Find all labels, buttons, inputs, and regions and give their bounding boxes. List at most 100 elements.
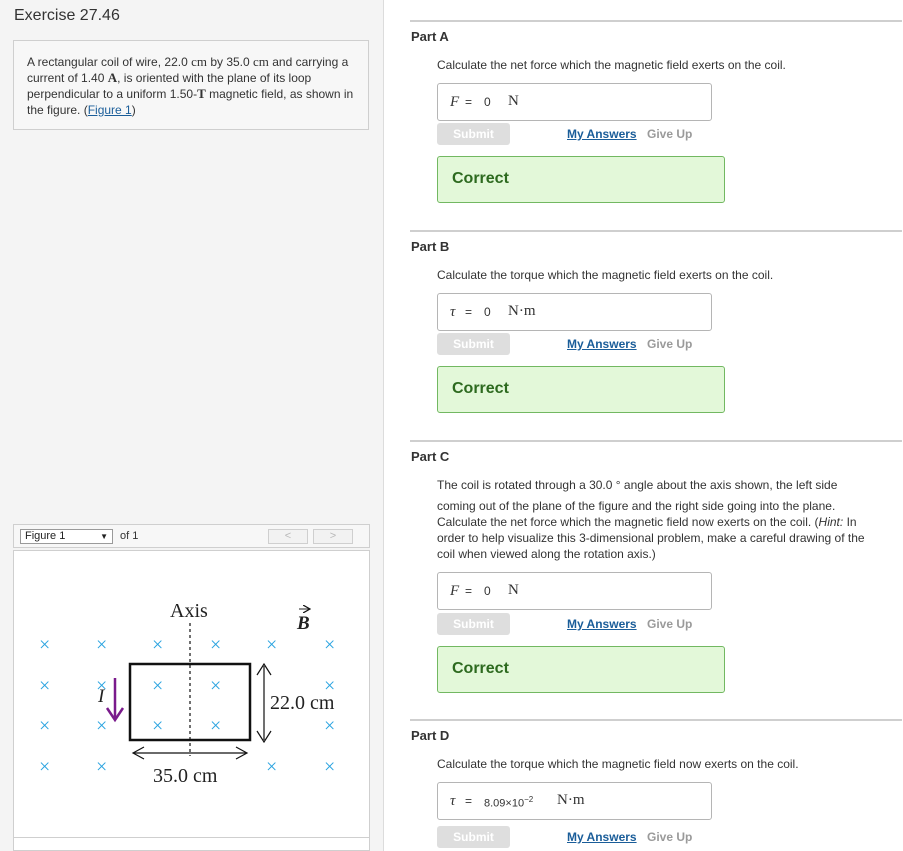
answer-value: 8.09×10−2 <box>484 795 533 810</box>
part-b-answer-field[interactable]: τ = 0 N·m <box>437 293 712 331</box>
part-c-question-line: order to help visualize this 3-dimension… <box>437 531 865 545</box>
part-c-title: Part C <box>411 449 450 464</box>
answer-symbol: F <box>450 94 460 110</box>
answer-equals: = <box>465 95 473 109</box>
field-cross-icon: × <box>324 715 335 737</box>
part-b-correct-feedback: Correct <box>437 366 725 413</box>
part-d-divider <box>410 719 902 721</box>
problem-text: by 35.0 <box>206 55 254 69</box>
unit-cm: cm <box>191 54 207 69</box>
problem-text: ) <box>131 103 136 117</box>
part-d-question: Calculate the torque which the magnetic … <box>437 757 799 771</box>
part-d-answer-field[interactable]: τ = 8.09×10−2 N·m <box>437 782 712 820</box>
part-c-question-line: coil when viewed along the rotation axis… <box>437 547 656 561</box>
figure-toolbar: Figure 1 ▼ of 1 < > <box>13 524 370 548</box>
field-cross-icon: × <box>39 756 50 778</box>
previous-figure-button[interactable]: < <box>268 529 308 544</box>
field-cross-icon: × <box>152 634 163 656</box>
field-label: B <box>296 613 310 634</box>
answer-exponent: −2 <box>524 795 534 804</box>
field-cross-icon: × <box>96 756 107 778</box>
part-c-divider <box>410 440 902 442</box>
part-b-title: Part B <box>411 239 450 254</box>
part-a-question: Calculate the net force which the magnet… <box>437 58 786 72</box>
figure-select[interactable]: Figure 1 ▼ <box>20 529 113 544</box>
part-c-submit-button[interactable]: Submit <box>437 613 510 635</box>
question-text: In <box>843 515 857 529</box>
figure-select-value: Figure 1 <box>25 530 66 542</box>
answer-value: 0 <box>484 95 491 109</box>
hint-label: Hint: <box>818 515 844 529</box>
answer-symbol: τ <box>450 793 456 809</box>
part-d-my-answers-link[interactable]: My Answers <box>567 830 637 844</box>
exercise-title: Exercise 27.46 <box>14 7 120 24</box>
figure-count: of 1 <box>120 530 139 542</box>
field-cross-icon: × <box>152 715 163 737</box>
field-cross-icon: × <box>152 675 163 697</box>
field-cross-icon: × <box>39 675 50 697</box>
part-a-my-answers-link[interactable]: My Answers <box>567 127 637 141</box>
part-b-my-answers-link[interactable]: My Answers <box>567 337 637 351</box>
answer-symbol: τ <box>450 304 456 320</box>
part-b-give-up-link[interactable]: Give Up <box>647 337 692 351</box>
left-panel: Exercise 27.46 A rectangular coil of wir… <box>0 0 384 851</box>
unit-ampere: A <box>107 70 118 85</box>
part-c-my-answers-link[interactable]: My Answers <box>567 617 637 631</box>
part-b-question: Calculate the torque which the magnetic … <box>437 268 774 282</box>
answer-unit: N <box>508 93 519 109</box>
part-a-give-up-link[interactable]: Give Up <box>647 127 692 141</box>
part-b-divider <box>410 230 902 232</box>
unit-cm: cm <box>253 54 269 69</box>
answer-equals: = <box>465 794 473 808</box>
figure-link[interactable]: Figure 1 <box>88 103 132 117</box>
field-cross-icon: × <box>96 634 107 656</box>
figure-divider <box>13 837 370 838</box>
answer-value: 0 <box>484 305 491 319</box>
chevron-down-icon: ▼ <box>100 532 108 541</box>
height-label: 22.0 cm <box>270 692 335 714</box>
coil-figure: × × × × × ×× × × × ×× × × × ×× × × × Axis B I 22.0 cm 35… <box>39 600 335 787</box>
chevron-right-icon: > <box>329 530 337 542</box>
answer-equals: = <box>465 584 473 598</box>
part-a-title: Part A <box>411 29 449 44</box>
part-b-submit-button[interactable]: Submit <box>437 333 510 355</box>
axis-label: Axis <box>170 600 208 622</box>
part-a-divider <box>410 20 902 22</box>
part-c-give-up-link[interactable]: Give Up <box>647 617 692 631</box>
unit-tesla: T <box>197 86 206 101</box>
answer-mantissa: 8.09×10 <box>484 797 525 810</box>
field-cross-icon: × <box>266 756 277 778</box>
answer-equals: = <box>465 305 473 319</box>
part-a-answer-field[interactable]: F = 0 N <box>437 83 712 121</box>
part-c-question-line: Calculate the net force which the magnet… <box>437 514 857 530</box>
answer-unit: N·m <box>557 792 585 808</box>
problem-statement: A rectangular coil of wire, 22.0 cm by 3… <box>13 40 369 130</box>
field-cross-icon: × <box>210 675 221 697</box>
next-figure-button[interactable]: > <box>313 529 353 544</box>
chevron-left-icon: < <box>284 530 292 542</box>
part-d-give-up-link[interactable]: Give Up <box>647 830 692 844</box>
part-c-question-line: coming out of the plane of the figure an… <box>437 499 836 513</box>
width-label: 35.0 cm <box>153 765 218 787</box>
answer-unit: N <box>508 582 519 598</box>
field-cross-icon: × <box>324 634 335 656</box>
part-c-answer-field[interactable]: F = 0 N <box>437 572 712 610</box>
part-d-title: Part D <box>411 728 450 743</box>
part-a-submit-button[interactable]: Submit <box>437 123 510 145</box>
field-cross-icon: × <box>266 634 277 656</box>
field-cross-icon: × <box>39 634 50 656</box>
answer-unit: N·m <box>508 303 536 319</box>
answer-symbol: F <box>450 583 460 599</box>
figure-panel: × × × × × × × × × × × × × × × × × × × × Axis B I 22.0 cm 35… <box>13 550 370 851</box>
field-cross-icon: × <box>210 715 221 737</box>
field-cross-icon: × <box>210 634 221 656</box>
field-cross-icon: × <box>96 715 107 737</box>
field-cross-icon: × <box>39 715 50 737</box>
question-text: Calculate the net force which the magnet… <box>437 515 819 529</box>
field-cross-icon: × <box>324 756 335 778</box>
part-a-correct-feedback: Correct <box>437 156 725 203</box>
part-d-submit-button[interactable]: Submit <box>437 826 510 848</box>
part-c-question-line: The coil is rotated through a 30.0 ° ang… <box>437 478 838 492</box>
answer-value: 0 <box>484 584 491 598</box>
part-c-correct-feedback: Correct <box>437 646 725 693</box>
